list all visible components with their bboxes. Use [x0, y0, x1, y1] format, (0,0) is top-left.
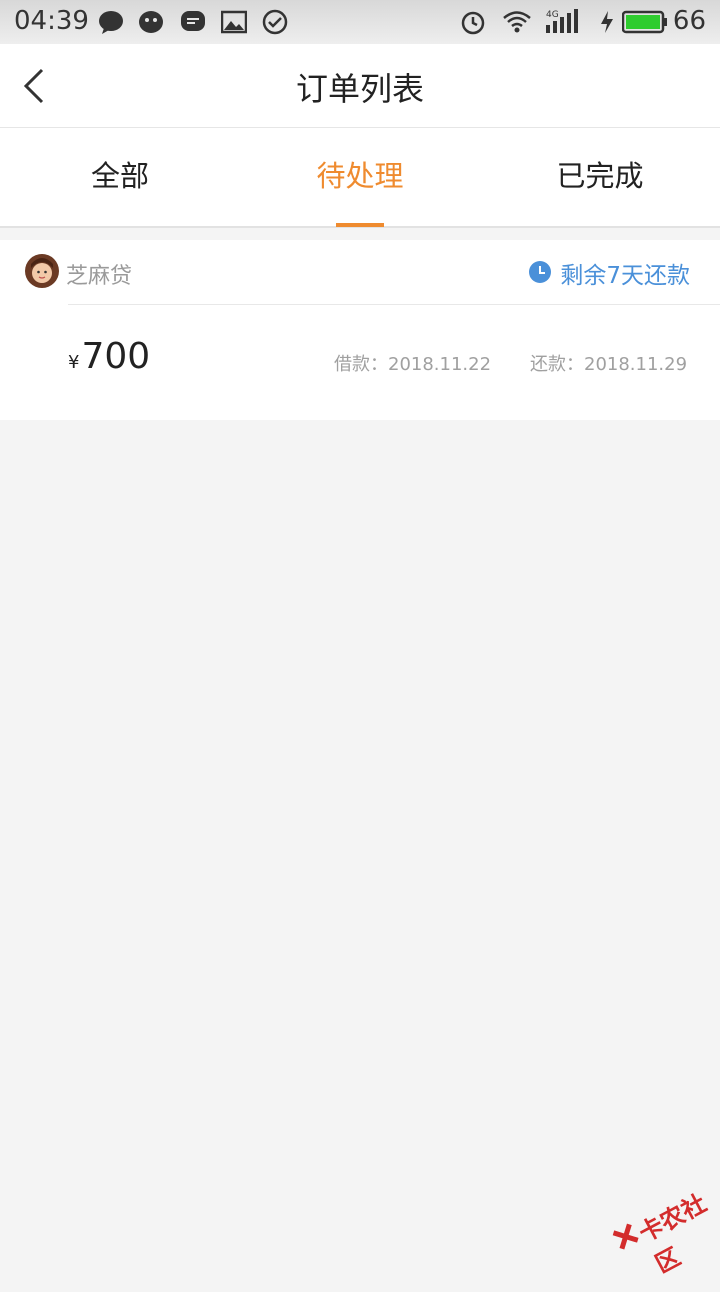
loan-amount: ¥700 — [68, 336, 150, 377]
tab-pending[interactable]: 待处理 — [240, 128, 480, 228]
avatar-image — [25, 254, 59, 288]
amount-value: 700 — [81, 336, 151, 377]
alarm-icon — [461, 11, 485, 35]
active-tab-indicator — [336, 223, 384, 227]
check-icon — [262, 9, 288, 35]
order-card[interactable]: 芝麻贷 剩余7天还款 ¥700 借款：2018.11.22 还款：2018.11… — [0, 240, 720, 420]
order-tabs: 全部 待处理 已完成 — [0, 128, 720, 228]
tab-completed[interactable]: 已完成 — [480, 128, 720, 228]
charging-icon — [601, 11, 613, 33]
order-card-header: 芝麻贷 剩余7天还款 — [0, 240, 720, 304]
page-title: 订单列表 — [295, 70, 424, 108]
chat-icon — [181, 11, 205, 31]
4g-signal-icon: 4G — [546, 9, 578, 33]
watermark: 卡农社区 — [605, 1176, 720, 1279]
wifi-icon — [503, 11, 531, 33]
repay-date: 还款：2018.11.29 — [530, 354, 688, 375]
message-icon — [99, 11, 123, 34]
borrow-date: 借款：2018.11.22 — [334, 354, 492, 375]
avatar — [25, 254, 59, 288]
battery-level: 66 — [672, 6, 706, 36]
app-header: 订单列表 — [0, 44, 720, 128]
battery-icon — [622, 10, 667, 34]
divider — [68, 304, 720, 305]
status-bar: 04:39 4G 66 — [0, 0, 720, 44]
status-time: 04:39 — [14, 6, 89, 36]
lender-name: 芝麻贷 — [66, 264, 133, 289]
watermark-text: 卡农社区 — [634, 1189, 711, 1279]
image-icon — [221, 10, 247, 34]
remaining-days: 剩余7天还款 — [560, 263, 690, 289]
currency-symbol: ¥ — [68, 352, 80, 373]
tab-all[interactable]: 全部 — [0, 128, 240, 228]
clock-icon — [529, 261, 551, 283]
svg-text:4G: 4G — [546, 10, 559, 20]
wechat-icon — [139, 11, 163, 33]
